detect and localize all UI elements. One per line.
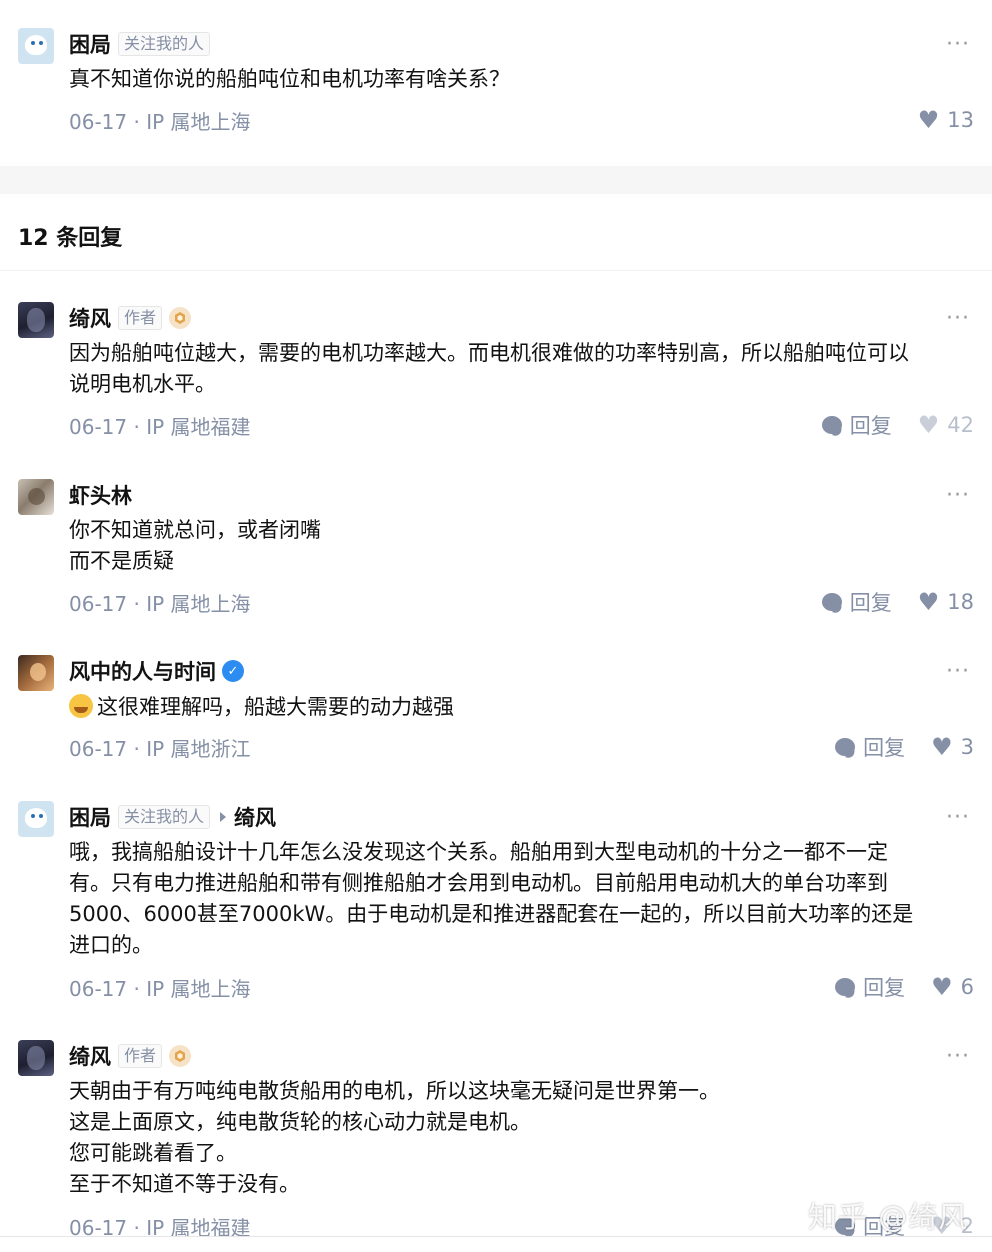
verified-check-icon: ✓ <box>222 660 244 682</box>
comment-text: 因为船舶吨位越大，需要的电机功率越大。而电机很难做的功率特别高，所以船舶吨位可以… <box>69 338 974 400</box>
timestamp-location: 06-17 · IP 属地上海 <box>69 976 251 1001</box>
reply-label: 回复 <box>863 736 906 760</box>
timestamp-location: 06-17 · IP 属地上海 <box>69 591 251 616</box>
reply-label: 回复 <box>849 414 892 438</box>
more-icon[interactable]: ··· <box>946 1046 970 1068</box>
comment-meta: 06-17 · IP 属地浙江 回复 ♥ 3 <box>69 733 974 761</box>
comment-line: 你不知道就总问，或者闭嘴 <box>69 518 321 542</box>
comment-line: 有。只有电力推进船舶和带有侧推船舶才会用到电动机。目前船用电动机大的单台功率到 <box>69 871 888 895</box>
comment-meta: 06-17 · IP 属地上海 回复 ♥ 6 <box>69 973 974 1001</box>
heart-icon: ♥ <box>917 106 940 134</box>
username[interactable]: 虾头林 <box>69 480 132 510</box>
author-tag: 作者 <box>118 1044 163 1068</box>
avatar[interactable] <box>18 655 54 691</box>
like-count: 13 <box>947 108 974 132</box>
section-divider <box>0 166 992 194</box>
comment-line: 您可能跳着看了。 <box>69 1141 237 1165</box>
replies-header: 12 条回复 <box>18 226 123 251</box>
divider-line <box>0 270 992 271</box>
comment-line: 真不知道你说的船舶吨位和电机功率有啥关系？ <box>69 67 510 91</box>
comment-meta: 06-17 · IP 属地上海 ♥ 13 <box>69 106 974 134</box>
reply-bubble-icon <box>835 978 856 996</box>
like-count: 6 <box>960 975 974 999</box>
reply-button[interactable]: 回复 <box>835 732 905 762</box>
comment-header: 困局 关注我的人 绮风 <box>69 803 276 831</box>
comment-text: 哦，我搞船舶设计十几年怎么没发现这个关系。船舶用到大型电动机的十分之一都不一定 … <box>69 837 974 961</box>
timestamp-location: 06-17 · IP 属地上海 <box>69 109 251 134</box>
like-button[interactable]: ♥ 6 <box>931 975 974 999</box>
like-button[interactable]: ♥ 3 <box>931 735 974 759</box>
avatar[interactable] <box>18 479 54 515</box>
follower-tag: 关注我的人 <box>118 805 211 829</box>
avatar[interactable] <box>18 801 54 837</box>
reply-button[interactable]: 回复 <box>821 410 892 440</box>
laughing-emoji-icon <box>69 694 93 718</box>
reply-target-username[interactable]: 绮风 <box>234 802 276 832</box>
bottom-divider <box>0 1236 992 1237</box>
more-icon[interactable]: ··· <box>946 661 970 683</box>
comment-text: 真不知道你说的船舶吨位和电机功率有啥关系？ <box>69 64 974 95</box>
comment-line: 这是上面原文，纯电散货轮的核心动力就是电机。 <box>69 1110 531 1134</box>
comment-text: 天朝由于有万吨纯电散货船用的电机，所以这块毫无疑问是世界第一。 这是上面原文，纯… <box>69 1076 974 1200</box>
comment-line: 哦，我搞船舶设计十几年怎么没发现这个关系。船舶用到大型电动机的十分之一都不一定 <box>69 840 888 864</box>
username[interactable]: 风中的人与时间 <box>69 656 216 686</box>
avatar[interactable] <box>18 28 54 64</box>
reply-label: 回复 <box>849 591 892 615</box>
username[interactable]: 绮风 <box>69 303 111 333</box>
like-button[interactable]: ♥ 13 <box>918 108 974 132</box>
comment-line: 说明电机水平。 <box>69 372 216 396</box>
comment-text: 这很难理解吗，船越大需要的动力越强 <box>69 692 974 723</box>
creator-badge-icon <box>169 1045 192 1067</box>
timestamp-location: 06-17 · IP 属地福建 <box>69 414 251 439</box>
reply-button[interactable]: 回复 <box>835 972 905 1002</box>
heart-icon: ♥ <box>917 588 940 616</box>
author-tag: 作者 <box>118 306 163 330</box>
heart-icon: ♥ <box>917 411 940 439</box>
username[interactable]: 绮风 <box>69 1041 111 1071</box>
comment-header: 风中的人与时间 ✓ <box>69 657 244 685</box>
username[interactable]: 困局 <box>69 802 111 832</box>
comment-line: 5000、6000甚至7000kW。由于电动机是和推进器配套在一起的，所以目前大… <box>69 902 914 926</box>
like-button[interactable]: ♥ 42 <box>918 413 974 437</box>
username[interactable]: 困局 <box>69 29 111 59</box>
timestamp-location: 06-17 · IP 属地浙江 <box>69 736 251 761</box>
more-icon[interactable]: ··· <box>946 34 970 56</box>
reply-button[interactable]: 回复 <box>821 587 892 617</box>
heart-icon: ♥ <box>931 733 953 761</box>
comment-header: 绮风 作者 <box>69 303 192 333</box>
reply-bubble-icon <box>821 416 842 434</box>
more-icon[interactable]: ··· <box>946 308 970 330</box>
comment-header: 虾头林 <box>69 481 132 509</box>
reply-to-arrow-icon <box>220 812 227 822</box>
creator-badge-icon <box>169 307 192 329</box>
watermark: 知乎 @绮风 <box>808 1200 969 1234</box>
heart-icon: ♥ <box>931 973 953 1001</box>
comment-line: 因为船舶吨位越大，需要的电机功率越大。而电机很难做的功率特别高，所以船舶吨位可以 <box>69 341 909 365</box>
avatar[interactable] <box>18 302 54 338</box>
more-icon[interactable]: ··· <box>946 485 970 507</box>
reply-bubble-icon <box>821 593 842 611</box>
comment-meta: 06-17 · IP 属地福建 回复 ♥ 42 <box>69 411 974 439</box>
comment-line: 进口的。 <box>69 933 153 957</box>
like-count: 3 <box>960 735 974 759</box>
comment-line: 这很难理解吗，船越大需要的动力越强 <box>97 695 454 719</box>
comment-meta: 06-17 · IP 属地上海 回复 ♥ 18 <box>69 588 974 616</box>
comment-header: 绮风 作者 <box>69 1041 192 1071</box>
comment-line: 天朝由于有万吨纯电散货船用的电机，所以这块毫无疑问是世界第一。 <box>69 1079 720 1103</box>
comment-text: 你不知道就总问，或者闭嘴 而不是质疑 <box>69 515 974 577</box>
like-count: 18 <box>947 590 974 614</box>
comment-header: 困局 关注我的人 <box>69 29 211 59</box>
reply-bubble-icon <box>835 738 856 756</box>
like-button[interactable]: ♥ 18 <box>918 590 974 614</box>
more-icon[interactable]: ··· <box>946 807 970 829</box>
comment-line: 而不是质疑 <box>69 549 174 573</box>
like-count: 42 <box>947 413 974 437</box>
avatar[interactable] <box>18 1040 54 1076</box>
follower-tag: 关注我的人 <box>118 32 211 56</box>
reply-label: 回复 <box>863 976 906 1000</box>
